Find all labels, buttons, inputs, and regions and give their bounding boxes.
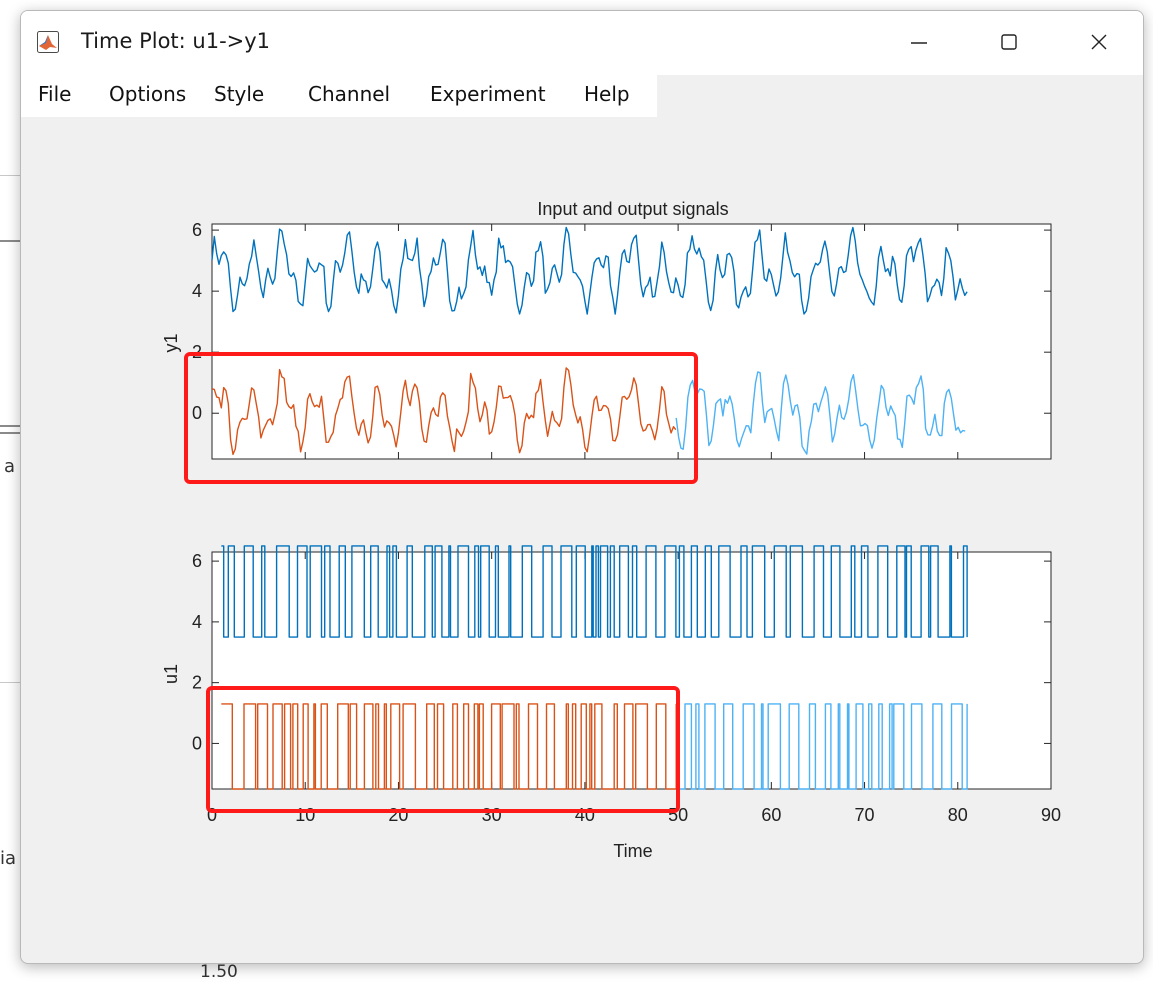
x-tick-label: 70: [855, 805, 875, 825]
x-tick-label: 10: [295, 805, 315, 825]
y-tick-label: 6: [192, 551, 202, 571]
figure-title: Input and output signals: [537, 199, 728, 219]
x-tick-label: 30: [482, 805, 502, 825]
background-text-fragment: 1.50: [200, 962, 238, 982]
x-tick-label: 90: [1041, 805, 1061, 825]
background-text-fragment: ia: [0, 848, 17, 869]
y-tick-label: 0: [192, 403, 202, 423]
background-tick: [0, 240, 22, 242]
background-tick: [0, 425, 22, 427]
background-tick: [0, 432, 22, 434]
y-tick-label: 4: [192, 281, 202, 301]
x-axis-label: Time: [613, 841, 652, 861]
y-tick-label: 2: [192, 673, 202, 693]
y-tick-label: 0: [192, 733, 202, 753]
x-tick-label: 40: [575, 805, 595, 825]
time-plot-window: Time Plot: u1->y1 File Options Style Cha…: [20, 10, 1144, 964]
x-tick-label: 60: [761, 805, 781, 825]
y-tick-label: 4: [192, 612, 202, 632]
u1-axes: 02460 10 20 30 40 50 60 70 80 90 u1 Time: [161, 545, 1061, 861]
background-tick: [0, 682, 22, 683]
y1-axes: 0246 y1: [161, 220, 1052, 460]
x-tick-label: 80: [948, 805, 968, 825]
input-output-figure: Input and output signals 0246 y1 02460 10…: [161, 199, 1061, 861]
u1-axis-label: u1: [161, 664, 181, 684]
y1-axis-label: y1: [161, 333, 181, 352]
background-divider: [0, 175, 22, 176]
background-text-fragment: a: [4, 456, 16, 477]
x-tick-label: 20: [388, 805, 408, 825]
y-tick-label: 6: [192, 220, 202, 240]
